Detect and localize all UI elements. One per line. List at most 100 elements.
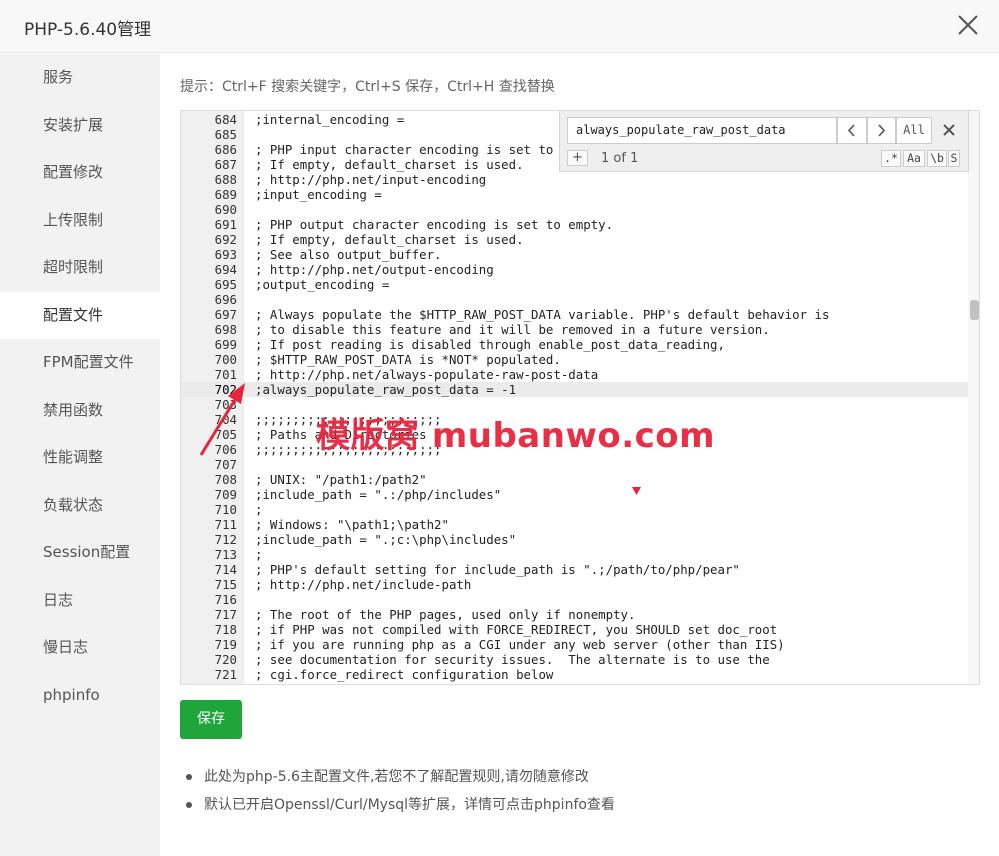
close-icon[interactable] [955, 10, 981, 40]
line-code[interactable]: ; http://php.net/output-encoding [255, 262, 494, 277]
code-line[interactable]: 699 ; If post reading is disabled through… [181, 337, 968, 352]
code-line[interactable]: 711 ; Windows: "\path1;\path2" [181, 517, 968, 532]
code-line[interactable]: 691 ; PHP output character encoding is se… [181, 217, 968, 232]
sidebar-item[interactable]: 日志 [0, 577, 160, 624]
search-in-selection-toggle[interactable]: S [948, 150, 960, 167]
toggle-replace-button[interactable]: + [567, 150, 588, 166]
code-line[interactable]: 717 ; The root of the PHP pages, used onl… [181, 607, 968, 622]
line-code[interactable]: ; cgi.force_redirect configuration below [255, 667, 553, 682]
line-code[interactable]: ; If empty, default_charset is used. [255, 232, 524, 247]
chevron-left-icon [847, 124, 855, 137]
code-line[interactable]: 696 [181, 292, 968, 307]
line-code[interactable]: ;include_path = ".;c:\php\includes" [255, 532, 516, 547]
line-code[interactable]: ; The root of the PHP pages, used only i… [255, 607, 635, 622]
dialog-titlebar: PHP-5.6.40管理 [0, 0, 999, 53]
line-code[interactable]: ; to disable this feature and it will be… [255, 322, 770, 337]
line-code[interactable]: ; Always populate the $HTTP_RAW_POST_DAT… [255, 307, 829, 322]
search-close-icon[interactable] [941, 121, 957, 139]
code-line[interactable]: 709 ;include_path = ".:/php/includes" [181, 487, 968, 502]
code-line[interactable]: 690 [181, 202, 968, 217]
line-code[interactable]: ; PHP output character encoding is set t… [255, 217, 613, 232]
sidebar-item[interactable]: 配置文件 [0, 291, 160, 339]
line-code[interactable]: ; see documentation for security issues.… [255, 652, 770, 667]
line-code[interactable]: ; $HTTP_RAW_POST_DATA is *NOT* populated… [255, 352, 561, 367]
line-code[interactable]: ;internal_encoding = [255, 112, 404, 127]
line-number: 700 [214, 352, 237, 367]
line-code[interactable]: ; UNIX: "/path1:/path2" [255, 472, 427, 487]
find-next-button[interactable] [867, 117, 896, 144]
code-line[interactable]: 692 ; If empty, default_charset is used. [181, 232, 968, 247]
note-item: 默认已开启Openssl/Curl/Mysql等扩展，详情可点击phpinfo查… [186, 794, 615, 822]
code-lines[interactable]: 684 ;internal_encoding = 685 686 ; PHP input… [181, 112, 968, 682]
code-line[interactable]: 708 ; UNIX: "/path1:/path2" [181, 472, 968, 487]
line-code[interactable]: ; [255, 502, 262, 517]
sidebar-item[interactable]: 禁用函数 [0, 387, 160, 434]
sidebar-item[interactable]: 慢日志 [0, 624, 160, 671]
code-line[interactable]: 712 ;include_path = ".;c:\php\includes" [181, 532, 968, 547]
line-number: 697 [214, 307, 237, 322]
line-code[interactable]: ; [255, 547, 262, 562]
regex-toggle[interactable]: .* [881, 150, 901, 167]
code-line[interactable]: 693 ; See also output_buffer. [181, 247, 968, 262]
code-line[interactable]: 702 ;always_populate_raw_post_data = -1 [181, 382, 968, 397]
line-code[interactable]: ; If post reading is disabled through en… [255, 337, 725, 352]
sidebar-item[interactable]: 安装扩展 [0, 102, 160, 149]
line-code[interactable]: ;include_path = ".:/php/includes" [255, 487, 501, 502]
sidebar-item[interactable]: 配置修改 [0, 149, 160, 196]
line-code[interactable]: ;always_populate_raw_post_data = -1 [255, 382, 516, 397]
scrollbar-thumb[interactable] [970, 300, 979, 320]
code-line[interactable]: 707 [181, 457, 968, 472]
code-line[interactable]: 720 ; see documentation for security issu… [181, 652, 968, 667]
sidebar-item[interactable]: 服务 [0, 54, 160, 101]
code-line[interactable]: 718 ; if PHP was not compiled with FORCE_… [181, 622, 968, 637]
code-line[interactable]: 721 ; cgi.force_redirect configuration be… [181, 667, 968, 682]
sidebar-item[interactable]: 负载状态 [0, 482, 160, 529]
note-text: 默认已开启Openssl/Curl/Mysql等扩展，详情可点击phpinfo查… [204, 797, 615, 813]
line-number: 699 [214, 337, 237, 352]
sidebar-item[interactable]: Session配置 [0, 529, 160, 576]
code-line[interactable]: 715 ; http://php.net/include-path [181, 577, 968, 592]
code-line[interactable]: 714 ; PHP's default setting for include_p… [181, 562, 968, 577]
line-number: 719 [214, 637, 237, 652]
line-code[interactable]: ; if you are running php as a CGI under … [255, 637, 785, 652]
code-line[interactable]: 700 ; $HTTP_RAW_POST_DATA is *NOT* popula… [181, 352, 968, 367]
code-line[interactable]: 710; [181, 502, 968, 517]
line-code[interactable]: ; See also output_buffer. [255, 247, 442, 262]
find-all-button[interactable]: All [896, 117, 932, 144]
line-code[interactable]: ; if PHP was not compiled with FORCE_RED… [255, 622, 777, 637]
code-line[interactable]: 701 ; http://php.net/always-populate-raw-… [181, 367, 968, 382]
sidebar-item[interactable]: 性能调整 [0, 434, 160, 481]
line-code[interactable]: ;output_encoding = [255, 277, 389, 292]
sidebar-item[interactable]: FPM配置文件 [0, 339, 160, 386]
code-line[interactable]: 689 ;input_encoding = [181, 187, 968, 202]
line-code[interactable]: ; Windows: "\path1;\path2" [255, 517, 449, 532]
find-previous-button[interactable] [837, 117, 867, 144]
code-line[interactable]: 695 ;output_encoding = [181, 277, 968, 292]
code-line[interactable]: 716 [181, 592, 968, 607]
code-line[interactable]: 698 ; to disable this feature and it will… [181, 322, 968, 337]
editor-scrollbar[interactable] [968, 111, 979, 684]
code-line[interactable]: 713; [181, 547, 968, 562]
line-code[interactable]: ; PHP input character encoding is set to… [255, 142, 568, 157]
line-code[interactable]: ; PHP's default setting for include_path… [255, 562, 740, 577]
sidebar-item[interactable]: phpinfo [0, 672, 160, 719]
line-code[interactable]: ; http://php.net/input-encoding [255, 172, 486, 187]
line-number: 713 [214, 547, 237, 562]
sidebar-item[interactable]: 上传限制 [0, 197, 160, 244]
line-code[interactable]: ; If empty, default_charset is used. [255, 157, 524, 172]
code-line[interactable]: 697 ; Always populate the $HTTP_RAW_POST_… [181, 307, 968, 322]
code-line[interactable]: 719 ; if you are running php as a CGI und… [181, 637, 968, 652]
line-number: 710 [214, 502, 237, 517]
whole-word-toggle[interactable]: \b [927, 150, 947, 167]
line-code[interactable]: ; http://php.net/include-path [255, 577, 471, 592]
case-sensitive-toggle[interactable]: Aa [903, 150, 925, 167]
code-editor[interactable]: 684 ;internal_encoding = 685 686 ; PHP input… [180, 110, 980, 685]
line-code[interactable]: ; http://php.net/always-populate-raw-pos… [255, 367, 598, 382]
sidebar-item[interactable]: 超时限制 [0, 244, 160, 291]
code-line[interactable]: 688 ; http://php.net/input-encoding [181, 172, 968, 187]
save-button[interactable]: 保存 [180, 700, 242, 739]
code-line[interactable]: 694 ; http://php.net/output-encoding [181, 262, 968, 277]
line-number: 702 [214, 382, 237, 397]
line-code[interactable]: ;input_encoding = [255, 187, 382, 202]
search-input[interactable]: always_populate_raw_post_data [567, 117, 837, 144]
